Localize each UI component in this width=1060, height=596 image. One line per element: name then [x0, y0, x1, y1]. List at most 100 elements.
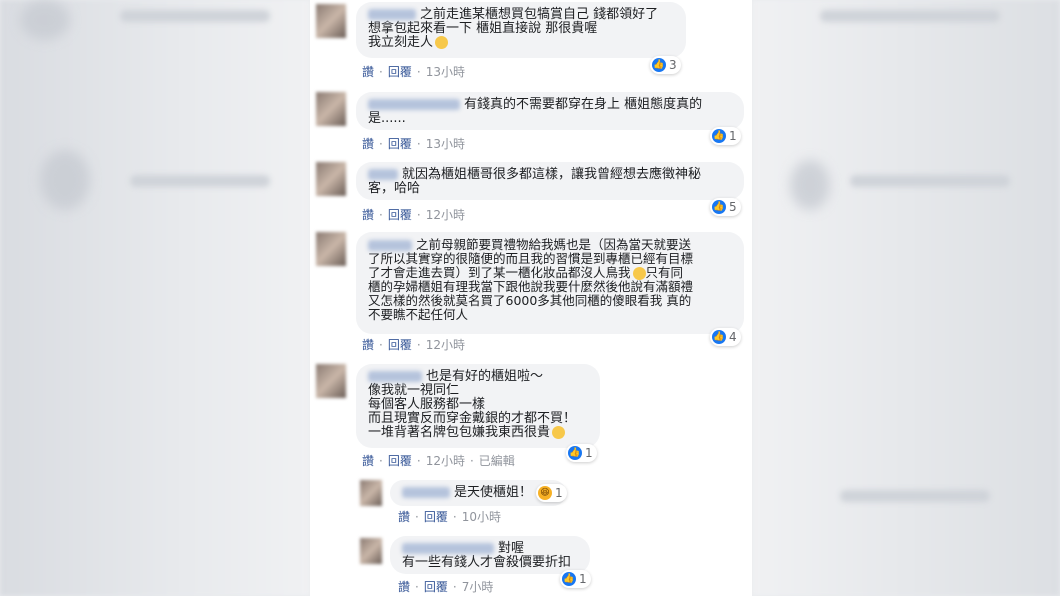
emoji-icon: [552, 426, 566, 439]
reply-link[interactable]: 回覆: [388, 208, 412, 222]
reply-actions: 讚 · 回覆 · 7小時: [398, 580, 494, 594]
comment-text: 只有同: [645, 265, 684, 280]
reply-link[interactable]: 回覆: [388, 338, 412, 352]
author-name[interactable]: [402, 543, 494, 554]
comment-text: 而且現實反而穿金戴銀的才都不買！: [368, 411, 577, 426]
comment-actions: 讚 · 回覆 · 12小時: [362, 338, 465, 352]
reaction-number: 5: [729, 200, 737, 214]
reply-text: 對喔: [498, 541, 525, 556]
reaction-number: 1: [729, 129, 737, 143]
avatar[interactable]: [316, 364, 346, 398]
reply-link[interactable]: 回覆: [424, 580, 448, 594]
comment-bubble: 之前走進某櫃想買包犒賞自己 錢都領好了 想拿包起來看一下 櫃姐直接說 那很貴喔 …: [356, 2, 686, 58]
like-link[interactable]: 讚: [362, 65, 374, 79]
comment-bubble: 就因為櫃姐櫃哥很多都這樣，讓我曾經想去應徵神秘 客，哈哈: [356, 162, 744, 200]
comment-text: 櫃的孕婦櫃姐有理我當下跟他說我要什麼然後他說有滿額禮: [368, 279, 694, 294]
comment-text: 有錢真的不需要都穿在身上 櫃姐態度真的: [464, 97, 703, 112]
blurred-background-right: [752, 0, 1060, 596]
comment-panel: 之前走進某櫃想買包犒賞自己 錢都領好了 想拿包起來看一下 櫃姐直接說 那很貴喔 …: [310, 0, 752, 596]
blurred-avatar: [790, 160, 830, 210]
like-icon: 👍: [568, 446, 582, 460]
comment-text: 了所以其實穿的很隨便的而且我的習慣是到專櫃已經有目標: [368, 251, 694, 266]
comment-text: 一堆背著名牌包包嫌我東西很貴: [368, 425, 551, 440]
avatar[interactable]: [360, 538, 382, 564]
timestamp[interactable]: 12小時: [426, 454, 465, 468]
comment-text: 不要瞧不起任何人: [368, 307, 469, 322]
haha-icon: 😆: [538, 486, 552, 500]
reaction-number: 1: [585, 446, 593, 460]
timestamp[interactable]: 13小時: [426, 137, 465, 151]
comment-actions: 讚 · 回覆 · 13小時: [362, 137, 465, 151]
comment-text: 想拿包起來看一下 櫃姐直接說 那很貴喔: [368, 21, 598, 36]
avatar[interactable]: [316, 92, 346, 126]
reply-link[interactable]: 回覆: [388, 65, 412, 79]
avatar[interactable]: [316, 232, 346, 266]
reply-link[interactable]: 回覆: [388, 454, 412, 468]
edited-label[interactable]: 已編輯: [479, 454, 515, 468]
author-name[interactable]: [368, 99, 460, 110]
blurred-text: [120, 10, 270, 22]
comment-actions: 讚 · 回覆 · 13小時: [362, 65, 465, 79]
reply-text: 是天使櫃姐！: [454, 485, 533, 500]
reaction-number: 3: [669, 58, 677, 72]
avatar[interactable]: [316, 4, 346, 38]
like-link[interactable]: 讚: [362, 137, 374, 151]
comment-text: 像我就一視同仁: [368, 383, 460, 398]
reply-link[interactable]: 回覆: [388, 137, 412, 151]
like-icon: 👍: [712, 129, 726, 143]
blurred-avatar: [20, 0, 70, 40]
timestamp[interactable]: 10小時: [462, 510, 501, 524]
reaction-number: 1: [579, 572, 587, 586]
comment-actions: 讚 · 回覆 · 12小時: [362, 208, 465, 222]
comment-bubble: 之前母親節要買禮物給我媽也是（因為當天就要送 了所以其實穿的很隨便的而且我的習慣…: [356, 232, 744, 334]
reply-link[interactable]: 回覆: [424, 510, 448, 524]
reaction-count[interactable]: 👍 5: [710, 198, 741, 216]
reaction-number: 4: [729, 330, 737, 344]
like-icon: 👍: [712, 200, 726, 214]
timestamp[interactable]: 12小時: [426, 208, 465, 222]
emoji-icon: [435, 36, 449, 49]
comment-bubble: 也是有好的櫃姐啦～ 像我就一視同仁 每個客人服務都一樣 而且現實反而穿金戴銀的才…: [356, 364, 600, 448]
author-name[interactable]: [368, 169, 398, 180]
like-icon: 👍: [562, 572, 576, 586]
comment-bubble: 有錢真的不需要都穿在身上 櫃姐態度真的 是......: [356, 92, 744, 130]
comment-text: 客，哈哈: [368, 181, 421, 196]
comment-text: 我立刻走人: [368, 35, 434, 50]
reaction-count[interactable]: 😆 1: [536, 484, 567, 502]
reaction-count[interactable]: 👍 1: [710, 127, 741, 145]
timestamp[interactable]: 13小時: [426, 65, 465, 79]
timestamp[interactable]: 7小時: [462, 580, 494, 594]
like-icon: 👍: [652, 58, 666, 72]
comment-text: 是......: [368, 111, 406, 126]
blurred-background-left: [0, 0, 310, 596]
reply-bubble: 對喔 有一些有錢人才會殺價要折扣: [390, 536, 590, 574]
comment-text: 又怎樣的然後就莫名買了6000多其他同櫃的傻眼看我 真的: [368, 293, 692, 308]
author-name[interactable]: [402, 487, 450, 498]
reaction-count[interactable]: 👍 1: [560, 570, 591, 588]
author-name[interactable]: [368, 9, 416, 20]
blurred-text: [840, 490, 990, 502]
reaction-count[interactable]: 👍 4: [710, 328, 741, 346]
timestamp[interactable]: 12小時: [426, 338, 465, 352]
like-link[interactable]: 讚: [362, 454, 374, 468]
avatar[interactable]: [360, 480, 382, 506]
blurred-avatar: [40, 150, 90, 210]
blurred-text: [820, 10, 1000, 22]
comment-text: 了才會走進去買）到了某一櫃化妝品都沒人鳥我: [368, 265, 631, 280]
comment-text: 之前母親節要買禮物給我媽也是（因為當天就要送: [416, 237, 692, 252]
author-name[interactable]: [368, 240, 412, 251]
like-link[interactable]: 讚: [362, 338, 374, 352]
like-icon: 👍: [712, 330, 726, 344]
blurred-text: [850, 175, 1010, 187]
like-link[interactable]: 讚: [398, 580, 410, 594]
reaction-count[interactable]: 👍 1: [566, 444, 597, 462]
avatar[interactable]: [316, 162, 346, 196]
reaction-count[interactable]: 👍 3: [650, 56, 681, 74]
like-link[interactable]: 讚: [362, 208, 374, 222]
comment-text: 就因為櫃姐櫃哥很多都這樣，讓我曾經想去應徵神秘: [402, 167, 702, 182]
reaction-number: 1: [555, 486, 563, 500]
like-link[interactable]: 讚: [398, 510, 410, 524]
comment-text: 每個客人服務都一樣: [368, 397, 486, 412]
comment-actions: 讚 · 回覆 · 12小時 · 已編輯: [362, 454, 515, 468]
author-name[interactable]: [368, 371, 422, 382]
